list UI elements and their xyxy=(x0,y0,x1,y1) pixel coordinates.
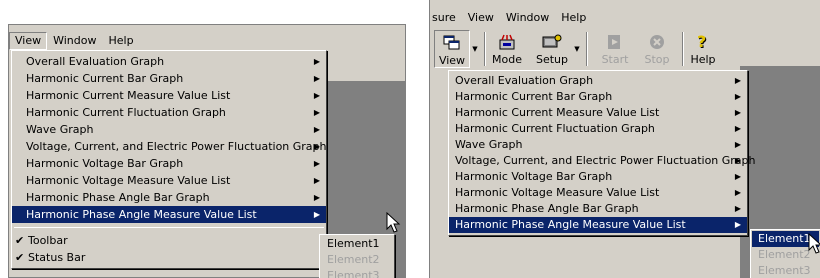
help-button[interactable]: ?? Help xyxy=(688,30,718,68)
stop-icon xyxy=(647,32,667,52)
submenu-arrow-icon: ▶ xyxy=(734,108,741,117)
mouse-pointer-icon xyxy=(386,212,401,233)
submenu-arrow-icon: ▶ xyxy=(313,57,320,66)
setup-dropdown-arrow-icon[interactable]: ▼ xyxy=(572,30,582,68)
menu-item-harmonic-phase-angle-bar-graph[interactable]: Harmonic Phase Angle Bar Graph ▶ xyxy=(12,189,326,206)
menu-window[interactable]: Window xyxy=(47,32,102,50)
menubar: sure View Window Help xyxy=(430,7,820,29)
menu-item-harmonic-voltage-bar-graph[interactable]: Harmonic Voltage Bar Graph ▶ xyxy=(449,169,747,185)
submenu-arrow-icon: ▶ xyxy=(313,142,320,151)
menu-help[interactable]: Help xyxy=(102,32,139,50)
submenu-arrow-icon: ▶ xyxy=(313,91,320,100)
menu-item-status-bar[interactable]: ✔ Status Bar xyxy=(12,249,326,266)
menubar: View Window Help xyxy=(9,30,405,52)
view-dropdown-menu: Overall Evaluation Graph ▶ Harmonic Curre… xyxy=(448,70,756,236)
toolbar: View ▼ Mode Setup ▼ Start Stop ? ? Help xyxy=(430,30,820,68)
menu-item-harmonic-current-bar-graph[interactable]: Harmonic Current Bar Graph ▶ xyxy=(449,89,747,105)
submenu-arrow-icon: ▶ xyxy=(313,176,320,185)
submenu-item-element3: Element3 xyxy=(758,264,811,277)
submenu-arrow-icon: ▶ xyxy=(313,193,320,202)
menu-view[interactable]: View xyxy=(9,32,48,50)
submenu-arrow-icon: ▶ xyxy=(734,172,741,181)
menu-item-harmonic-current-fluctuation-graph[interactable]: Harmonic Current Fluctuation Graph ▶ xyxy=(449,121,747,137)
submenu-arrow-icon: ▶ xyxy=(734,220,741,229)
view-dropdown-menu: Overall Evaluation Graph ▶ Harmonic Curre… xyxy=(11,50,327,269)
mode-button[interactable]: Mode xyxy=(490,30,524,68)
menu-view[interactable]: View xyxy=(462,9,500,27)
element-submenu: Element1 Element2 Element3 xyxy=(319,234,395,278)
view-dropdown-arrow-icon[interactable]: ▼ xyxy=(470,30,480,68)
view-button[interactable]: View xyxy=(434,30,470,68)
left-screenshot: View Window Help Overall Evaluation Grap… xyxy=(8,24,406,278)
submenu-arrow-icon: ▶ xyxy=(313,159,320,168)
right-screenshot: sure View Window Help View ▼ Mode Setup … xyxy=(429,0,820,278)
mode-icon xyxy=(497,32,517,52)
menu-item-harmonic-current-measure-value-list[interactable]: Harmonic Current Measure Value List ▶ xyxy=(12,87,326,104)
stop-button[interactable]: Stop xyxy=(640,30,674,68)
menu-item-harmonic-phase-angle-bar-graph[interactable]: Harmonic Phase Angle Bar Graph ▶ xyxy=(449,201,747,217)
check-icon: ✔ xyxy=(15,234,25,247)
submenu-item-element1[interactable]: Element1 xyxy=(321,236,393,252)
menu-item-harmonic-current-bar-graph[interactable]: Harmonic Current Bar Graph ▶ xyxy=(12,70,326,87)
menu-item-harmonic-phase-angle-measure-value-list[interactable]: Harmonic Phase Angle Measure Value List ▶ xyxy=(449,217,747,233)
menu-item-harmonic-phase-angle-measure-value-list[interactable]: Harmonic Phase Angle Measure Value List ▶ xyxy=(12,206,326,223)
submenu-arrow-icon: ▶ xyxy=(313,210,320,219)
menu-item-voltage-current-power-fluctuation-graph[interactable]: Voltage, Current, and Electric Power Flu… xyxy=(12,138,327,155)
submenu-arrow-icon: ▶ xyxy=(734,76,741,85)
menu-item-harmonic-current-measure-value-list[interactable]: Harmonic Current Measure Value List ▶ xyxy=(449,105,747,121)
setup-button[interactable]: Setup xyxy=(532,30,572,68)
submenu-item-element2: Element2 xyxy=(327,253,380,266)
menu-item-overall-evaluation-graph[interactable]: Overall Evaluation Graph ▶ xyxy=(449,73,747,89)
check-icon: ✔ xyxy=(15,251,25,264)
menu-item-harmonic-voltage-measure-value-list[interactable]: Harmonic Voltage Measure Value List ▶ xyxy=(449,185,747,201)
start-icon xyxy=(605,32,625,52)
submenu-arrow-icon: ▶ xyxy=(313,108,320,117)
submenu-arrow-icon: ▶ xyxy=(734,92,741,101)
menu-item-harmonic-voltage-bar-graph[interactable]: Harmonic Voltage Bar Graph ▶ xyxy=(12,155,326,172)
menu-measure-truncated[interactable]: sure xyxy=(430,9,462,27)
submenu-item-element3: Element3 xyxy=(327,269,380,278)
svg-text:?: ? xyxy=(697,33,706,51)
submenu-arrow-icon: ▶ xyxy=(734,124,741,133)
mouse-pointer-icon xyxy=(808,233,820,254)
menu-item-toolbar[interactable]: ✔ Toolbar xyxy=(12,232,326,249)
help-question-icon: ?? xyxy=(693,32,713,52)
start-button[interactable]: Start xyxy=(598,30,632,68)
menu-item-harmonic-current-fluctuation-graph[interactable]: Harmonic Current Fluctuation Graph ▶ xyxy=(12,104,326,121)
menu-item-wave-graph[interactable]: Wave Graph ▶ xyxy=(449,137,747,153)
submenu-arrow-icon: ▶ xyxy=(734,156,741,165)
view-windows-icon xyxy=(442,33,462,53)
toolbar-separator xyxy=(682,32,684,66)
menu-item-wave-graph[interactable]: Wave Graph ▶ xyxy=(12,121,326,138)
menu-help[interactable]: Help xyxy=(555,9,592,27)
submenu-arrow-icon: ▶ xyxy=(313,74,320,83)
menu-window[interactable]: Window xyxy=(500,9,555,27)
setup-icon xyxy=(542,32,562,52)
toolbar-separator xyxy=(586,32,588,66)
menu-item-voltage-current-power-fluctuation-graph[interactable]: Voltage, Current, and Electric Power Flu… xyxy=(449,153,756,169)
submenu-arrow-icon: ▶ xyxy=(734,140,741,149)
menu-item-harmonic-voltage-measure-value-list[interactable]: Harmonic Voltage Measure Value List ▶ xyxy=(12,172,326,189)
submenu-arrow-icon: ▶ xyxy=(313,125,320,134)
submenu-arrow-icon: ▶ xyxy=(734,188,741,197)
submenu-arrow-icon: ▶ xyxy=(734,204,741,213)
menu-separator xyxy=(14,227,324,228)
toolbar-separator xyxy=(484,32,486,66)
menu-item-overall-evaluation-graph[interactable]: Overall Evaluation Graph ▶ xyxy=(12,53,326,70)
